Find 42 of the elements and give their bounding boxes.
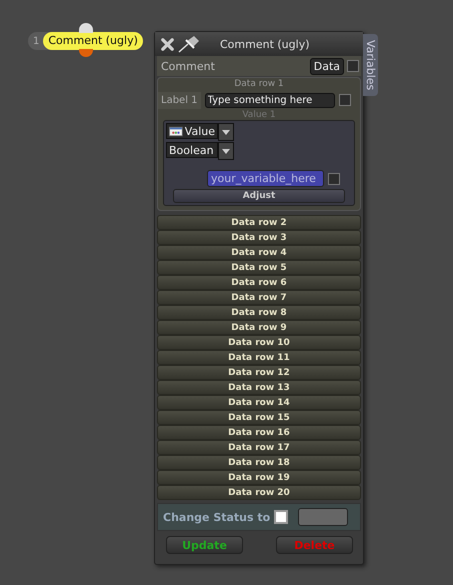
- status-field[interactable]: [298, 508, 348, 526]
- text-input[interactable]: Type something here: [204, 92, 335, 108]
- data-row-header[interactable]: Data row 6: [157, 275, 361, 290]
- data-button[interactable]: Data: [310, 58, 344, 74]
- data-row-header[interactable]: Data row 5: [157, 260, 361, 275]
- variables-tab[interactable]: Variables: [363, 34, 378, 96]
- data-row-header[interactable]: Data row 3: [157, 230, 361, 245]
- data-row-header[interactable]: Data row 17: [157, 440, 361, 455]
- pushpin-icon[interactable]: [178, 35, 200, 53]
- variable-input[interactable]: your_variable_here: [207, 170, 324, 187]
- node-index: 1: [32, 36, 40, 46]
- data-row-header[interactable]: Data row 8: [157, 305, 361, 320]
- data-row-header[interactable]: Data row 12: [157, 365, 361, 380]
- data-row-header[interactable]: Data row 15: [157, 410, 361, 425]
- node-label[interactable]: Comment (ugly): [43, 32, 143, 50]
- data-row-header[interactable]: Data row 19: [157, 470, 361, 485]
- value-caption: Value 1: [241, 110, 277, 120]
- data-row-header[interactable]: Data row 20: [157, 485, 361, 500]
- data-row-header[interactable]: Data row 13: [157, 380, 361, 395]
- adjust-button[interactable]: Adjust: [173, 189, 345, 203]
- checkbox[interactable]: [274, 510, 288, 524]
- data-row-header[interactable]: Data row 14: [157, 395, 361, 410]
- data-row-header[interactable]: Data row 10: [157, 335, 361, 350]
- format-dropdown[interactable]: Boolean: [166, 142, 218, 158]
- checkbox[interactable]: [328, 172, 340, 184]
- data-row-header[interactable]: Data row 9: [157, 320, 361, 335]
- status-label: Change Status to: [163, 510, 272, 524]
- data-row-header[interactable]: Data row 2: [157, 215, 361, 230]
- data-row-header[interactable]: Data row 4: [157, 245, 361, 260]
- close-icon[interactable]: [160, 36, 175, 52]
- data-row-header[interactable]: Data row 16: [157, 425, 361, 440]
- comment-label: Comment: [161, 60, 216, 72]
- data-row-header[interactable]: Data row 18: [157, 455, 361, 470]
- checkbox[interactable]: [347, 60, 359, 72]
- data-row-header[interactable]: Data row 11: [157, 350, 361, 365]
- window-icon: [169, 126, 183, 136]
- type-dropdown[interactable]: Value: [166, 123, 218, 139]
- panel-title: Comment (ugly): [220, 38, 310, 50]
- data-row-header[interactable]: Data row 7: [157, 290, 361, 305]
- checkbox[interactable]: [338, 94, 351, 106]
- update-button[interactable]: Update: [166, 536, 243, 554]
- row-label: Label 1: [158, 92, 201, 108]
